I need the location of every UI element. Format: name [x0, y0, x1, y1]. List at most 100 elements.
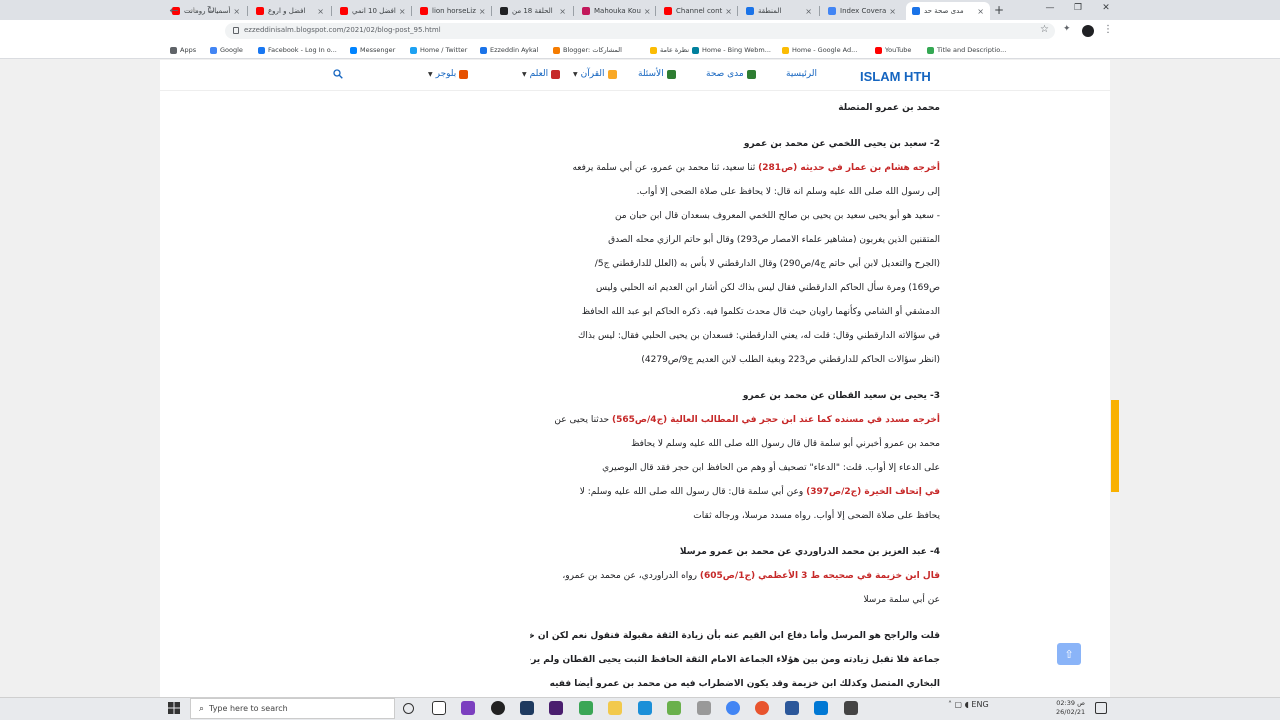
chevron-down-icon: ▼ [522, 70, 527, 78]
chrome-icon[interactable] [726, 701, 740, 715]
back-icon[interactable]: ← [167, 4, 181, 17]
blog-title[interactable]: ISLAM HTH [860, 69, 931, 84]
bookmark-favicon-icon [782, 46, 789, 54]
browser-tab[interactable]: الحلقة 18 من × [494, 2, 572, 20]
bookmark-item[interactable]: Ezzeddin Aykal [480, 46, 538, 54]
app-icon-6[interactable] [697, 701, 711, 715]
notification-icon[interactable] [1095, 702, 1107, 714]
close-tab-icon[interactable]: × [802, 7, 812, 16]
vscode-icon[interactable] [814, 701, 828, 715]
menu-kebab-icon[interactable]: ⋮ [1103, 24, 1113, 35]
menu-item-icon [551, 69, 561, 79]
network-icon[interactable]: ▢ [955, 700, 963, 709]
bookmark-item[interactable]: Home - Bing Webm... [692, 46, 771, 54]
blog-menu-label: الأسئلة [638, 69, 664, 79]
app-icon-3[interactable] [579, 701, 593, 715]
bookmark-label: Ezzeddin Aykal [490, 46, 539, 54]
blog-menu-item[interactable]: الأسئلة [638, 69, 676, 79]
browser-tab[interactable]: المنطقة × [740, 2, 818, 20]
bookmark-item[interactable]: Blogger: المشاركات [553, 46, 622, 54]
chevron-up-icon[interactable]: ˄ [948, 700, 952, 709]
text-fragment: يحافظ على صلاة الضحى إلا أواب. رواه مسدد… [693, 511, 940, 521]
tab-favicon-icon [500, 7, 508, 15]
section-heading: 4- عبد العزيز بن محمد الدراوردي عن محمد … [679, 547, 940, 557]
bookmark-item[interactable]: Facebook - Log In o... [258, 46, 337, 54]
bookmark-item[interactable]: نظرة عامة [650, 46, 689, 54]
lock-icon[interactable] [233, 27, 239, 34]
bookmark-star-icon[interactable]: ☆ [1040, 24, 1049, 35]
section-3: 3- يحيى بن سعيد القطان عن محمد بن عمرو أ… [530, 384, 940, 528]
bookmark-item[interactable]: Title and Descriptio... [927, 46, 1006, 54]
browser-tab[interactable]: Index Covera × [822, 2, 902, 20]
close-tab-icon[interactable]: × [314, 7, 324, 16]
text-fragment: (الجرح والتعديل لابن أبي حاتم ج4/ص290) و… [594, 259, 940, 269]
cortana-icon[interactable] [403, 703, 414, 714]
url-text[interactable]: ezzeddinisalm.blogspot.com/2021/02/blog-… [244, 26, 441, 34]
text-line: قال ابن خزيمة في صحيحه ط 3 الأعظمي (ج1/ص… [530, 564, 940, 588]
blog-menu-item[interactable]: الرئيسية [786, 69, 817, 79]
app-icon-2[interactable] [491, 701, 505, 715]
premiere-icon[interactable] [549, 701, 563, 715]
browser-tab[interactable]: افضل 10 انمي × [334, 2, 410, 20]
close-tab-icon[interactable]: × [396, 7, 406, 16]
close-tab-icon[interactable]: × [641, 7, 651, 16]
word-icon[interactable] [785, 701, 799, 715]
blog-menu-item[interactable]: القرآن ▼ [573, 69, 617, 79]
extensions-icon[interactable]: ✦ [1063, 24, 1071, 34]
menu-item-icon [746, 69, 756, 79]
bookmark-item[interactable]: Home / Twitter [410, 46, 467, 54]
scrollbar-thumb[interactable] [1111, 399, 1119, 492]
browser-tab[interactable]: Mahouka Kou × [576, 2, 654, 20]
blog-menu-item[interactable]: العلم ▼ [522, 69, 561, 79]
text-fragment: (انظر سؤالات الحاكم للدارقطني ص223 وبغية… [641, 355, 940, 365]
scrollbar-track[interactable] [1110, 60, 1120, 700]
close-tab-icon[interactable]: × [974, 7, 984, 16]
browser-tab[interactable]: lion horseLiz × [414, 2, 490, 20]
profile-avatar[interactable] [1082, 25, 1094, 37]
tab-title: Channel cont [676, 7, 723, 15]
search-icon[interactable] [333, 69, 343, 79]
file-explorer-icon[interactable] [608, 701, 622, 715]
blog-menu-label: مدى صحة [706, 69, 744, 79]
bookmark-item[interactable]: YouTube [875, 46, 911, 54]
app-icon-7[interactable] [844, 701, 858, 715]
text-fragment: إلى رسول الله صلى الله عليه وسلم انه قال… [636, 187, 940, 197]
close-window-button[interactable]: ✕ [1098, 3, 1114, 13]
app-icon-5[interactable] [667, 701, 681, 715]
reload-icon[interactable]: ↻ [204, 5, 218, 16]
taskbar-clock[interactable]: 02:39 ص 26/02/21 [1056, 699, 1085, 717]
bookmark-item[interactable]: Messenger [350, 46, 395, 54]
browser-tab[interactable]: Channel cont × [658, 2, 736, 20]
app-icon-4[interactable] [638, 701, 652, 715]
bookmark-item[interactable]: Home - Google Ad... [782, 46, 857, 54]
close-tab-icon[interactable]: × [556, 7, 566, 16]
forward-icon[interactable]: → [185, 4, 199, 17]
firefox-icon[interactable] [755, 701, 769, 715]
close-tab-icon[interactable]: × [230, 7, 240, 16]
browser-tab[interactable]: افضل و اروع × [250, 2, 330, 20]
close-tab-icon[interactable]: × [722, 7, 732, 16]
close-tab-icon[interactable]: × [886, 7, 896, 16]
blog-menu-item[interactable]: مدى صحة [706, 69, 756, 79]
bookmark-item[interactable]: Google [210, 46, 243, 54]
keyboard-language[interactable]: ENG [971, 700, 988, 709]
scroll-to-top-button[interactable]: ⇧ [1057, 643, 1081, 665]
minimize-button[interactable]: — [1042, 3, 1058, 13]
browser-tab[interactable]: مدى صحة حد × [906, 2, 990, 20]
menu-item-icon [459, 69, 469, 79]
system-tray[interactable]: ˄ ▢ ◖ ENG [948, 700, 989, 709]
close-tab-icon[interactable]: × [476, 7, 486, 16]
volume-icon[interactable]: ◖ [965, 700, 969, 709]
search-icon: ⌕ [199, 703, 205, 714]
page-gutter-left [0, 60, 160, 700]
blog-menu-item[interactable]: بلوجر ▼ [428, 69, 469, 79]
bookmark-item[interactable]: Apps [170, 46, 196, 54]
taskbar-search-box[interactable]: ⌕ Type here to search [190, 698, 395, 719]
windows-start-icon[interactable] [168, 702, 180, 714]
new-tab-button[interactable]: + [992, 3, 1006, 17]
app-icon-1[interactable] [461, 701, 475, 715]
maximize-button[interactable]: ❐ [1070, 3, 1086, 13]
task-view-icon[interactable] [432, 701, 446, 715]
text-line: أخرجه مسدد في مسنده كما عند ابن حجر في ا… [530, 408, 940, 432]
photoshop-icon[interactable] [520, 701, 534, 715]
